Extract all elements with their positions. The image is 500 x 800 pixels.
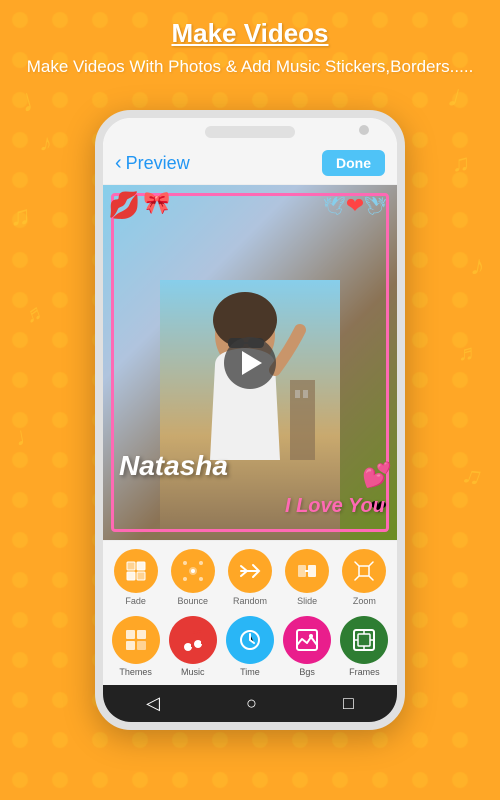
love-overlay: I Love You [285,495,385,518]
play-button[interactable] [224,337,276,389]
random-icon [228,549,272,593]
hearts-sticker: 💕 [362,461,392,490]
photo-background: 💋 🎀 🕊 ❤ 🕊 💕 ❤ Natasha I Love You [103,185,397,540]
phone-mockup: ‹ Preview Done [95,110,405,730]
fade-icon [114,549,158,593]
tool-frames[interactable]: Frames [340,616,388,677]
name-overlay: Natasha [119,450,228,482]
main-toolbar: Themes Music Time Bgs Frames [103,610,397,685]
phone-nav-bar: ◁ ○ □ [103,685,397,722]
random-label: Random [233,596,267,606]
tool-bgs[interactable]: Bgs [283,616,331,677]
transition-slide[interactable]: Slide [285,549,329,606]
back-nav-icon[interactable]: ◁ [146,693,160,714]
phone-notch [205,126,295,138]
video-preview: 💋 🎀 🕊 ❤ 🕊 💕 ❤ Natasha I Love You [103,185,397,540]
sub-title: Make Videos With Photos & Add Music Stic… [0,55,500,79]
bgs-icon [283,616,331,664]
done-button[interactable]: Done [322,150,385,176]
app-header: ‹ Preview Done [103,142,397,185]
back-button[interactable]: ‹ Preview [115,152,190,175]
transition-bounce[interactable]: Bounce [171,549,215,606]
top-section: Make Videos Make Videos With Photos & Ad… [0,18,500,79]
transitions-toolbar: Fade Bounce Random Slide Zoom [103,540,397,610]
themes-label: Themes [119,667,152,677]
frames-icon [340,616,388,664]
tool-themes[interactable]: Themes [112,616,160,677]
tool-music[interactable]: Music [169,616,217,677]
back-chevron-icon: ‹ [115,152,122,175]
slide-icon [285,549,329,593]
music-label: Music [181,667,205,677]
heart-wings-sticker: 🕊 ❤ 🕊 [323,193,387,219]
recent-nav-icon[interactable]: □ [343,693,354,714]
tool-time[interactable]: Time [226,616,274,677]
time-label: Time [240,667,260,677]
home-nav-icon[interactable]: ○ [246,693,257,714]
transition-zoom[interactable]: Zoom [342,549,386,606]
phone-camera [359,125,369,135]
bgs-label: Bgs [299,667,315,677]
time-icon [226,616,274,664]
frames-label: Frames [349,667,380,677]
themes-icon [112,616,160,664]
phone-notch-bar [103,118,397,142]
fade-label: Fade [125,596,146,606]
bounce-label: Bounce [178,596,209,606]
music-icon [169,616,217,664]
zoom-icon [342,549,386,593]
main-title: Make Videos [0,18,500,49]
transition-fade[interactable]: Fade [114,549,158,606]
transition-random[interactable]: Random [228,549,272,606]
bow-sticker: 🎀 [143,190,170,216]
play-icon [242,351,262,375]
slide-label: Slide [297,596,317,606]
zoom-label: Zoom [353,596,376,606]
bounce-icon [171,549,215,593]
header-preview-label: Preview [126,153,190,174]
lips-sticker: 💋 [108,190,140,221]
